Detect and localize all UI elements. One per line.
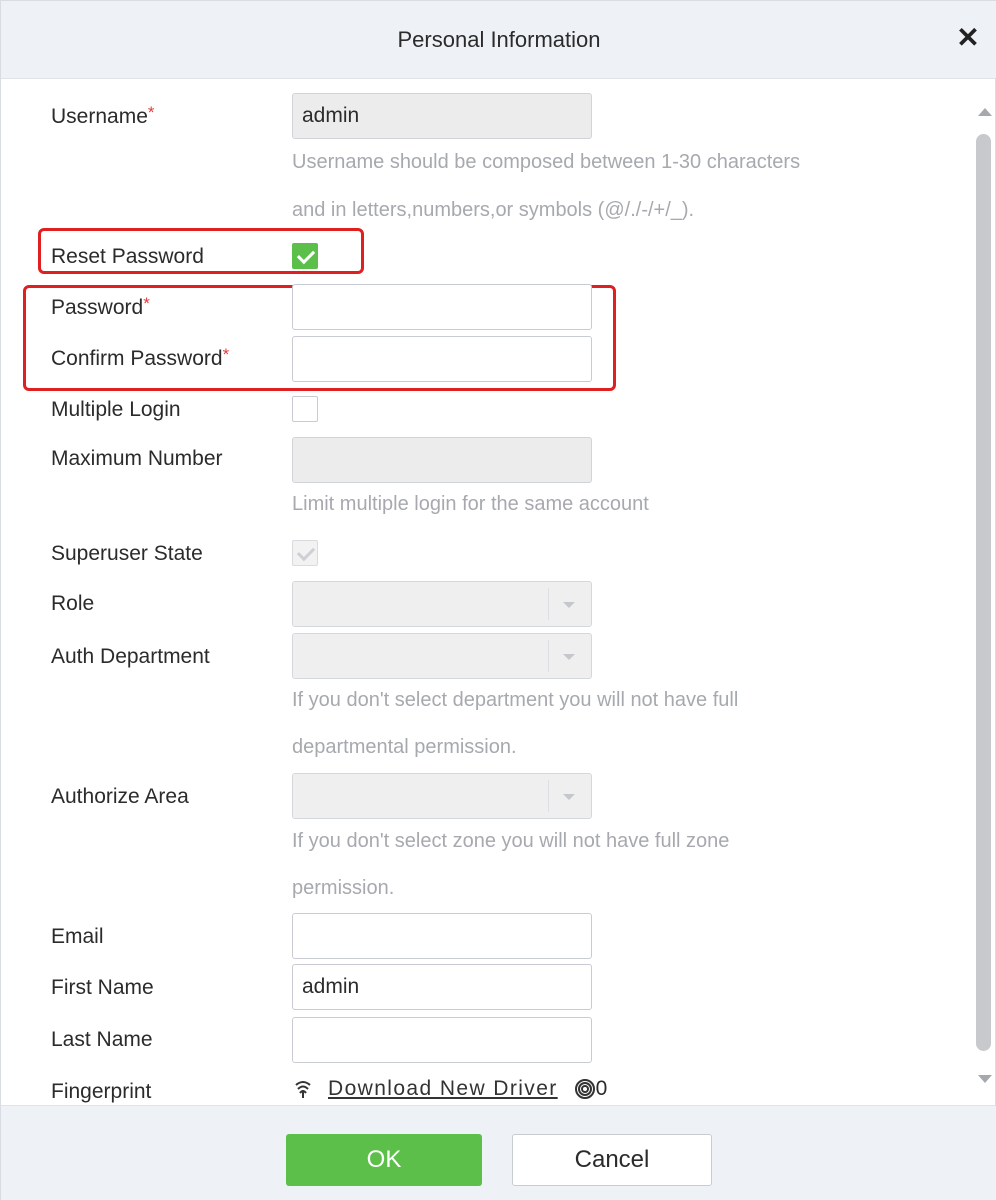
superuser-state-label: Superuser State bbox=[51, 542, 203, 565]
auth-department-hint-line2: departmental permission. bbox=[292, 736, 517, 758]
select-divider bbox=[548, 588, 549, 620]
email-label: Email bbox=[51, 925, 104, 948]
authorize-area-select[interactable] bbox=[292, 773, 592, 819]
dialog-footer: OK Cancel bbox=[1, 1105, 996, 1200]
multiple-login-label: Multiple Login bbox=[51, 398, 181, 421]
confirm-password-label: Confirm Password* bbox=[51, 345, 230, 370]
dialog-header: Personal Information ✕ bbox=[1, 1, 996, 79]
last-name-input[interactable] bbox=[292, 1017, 592, 1063]
maximum-number-hint: Limit multiple login for the same accoun… bbox=[292, 493, 649, 515]
fingerprint-count: 0 bbox=[574, 1077, 608, 1101]
scroll-up-arrow-icon[interactable] bbox=[978, 108, 992, 116]
required-asterisk: * bbox=[143, 294, 150, 313]
password-label: Password* bbox=[51, 294, 150, 319]
auth-department-label: Auth Department bbox=[51, 645, 210, 668]
username-hint-line1: Username should be composed between 1-30… bbox=[292, 151, 801, 173]
download-new-driver-link[interactable]: Download New Driver bbox=[328, 1077, 558, 1101]
chevron-down-icon bbox=[563, 602, 575, 608]
fingerprint-icon bbox=[574, 1078, 596, 1100]
first-name-label: First Name bbox=[51, 976, 154, 999]
role-label: Role bbox=[51, 592, 95, 615]
fingerprint-label: Fingerprint bbox=[51, 1080, 152, 1103]
multiple-login-checkbox[interactable] bbox=[292, 396, 318, 422]
cancel-button[interactable]: Cancel bbox=[512, 1134, 712, 1186]
scroll-down-arrow-icon[interactable] bbox=[978, 1075, 992, 1083]
reset-password-label: Reset Password bbox=[51, 245, 204, 268]
scrollbar-thumb[interactable] bbox=[976, 134, 991, 1051]
username-input[interactable] bbox=[292, 93, 592, 139]
scrollbar[interactable] bbox=[973, 80, 995, 1105]
select-divider bbox=[548, 640, 549, 672]
reset-password-checkbox[interactable] bbox=[292, 243, 318, 269]
authorize-area-hint-line1: If you don't select zone you will not ha… bbox=[292, 830, 730, 852]
maximum-number-label: Maximum Number bbox=[51, 447, 223, 470]
email-input[interactable] bbox=[292, 913, 592, 959]
close-icon[interactable]: ✕ bbox=[953, 23, 983, 53]
password-input[interactable] bbox=[292, 284, 592, 330]
fingerprint-driver-icon bbox=[292, 1078, 314, 1100]
authorize-area-hint-line2: permission. bbox=[292, 877, 395, 899]
last-name-label: Last Name bbox=[51, 1028, 153, 1051]
ok-button[interactable]: OK bbox=[286, 1134, 482, 1186]
username-label: Username* bbox=[51, 103, 155, 128]
chevron-down-icon bbox=[563, 654, 575, 660]
dialog-title: Personal Information bbox=[397, 27, 601, 52]
personal-information-dialog: Personal Information ✕ Username* Usernam… bbox=[0, 0, 996, 1200]
select-divider bbox=[548, 780, 549, 812]
chevron-down-icon bbox=[563, 794, 575, 800]
superuser-state-checkbox bbox=[292, 540, 318, 566]
auth-department-hint-line1: If you don't select department you will … bbox=[292, 689, 739, 711]
required-asterisk: * bbox=[222, 345, 230, 364]
fingerprint-count-value: 0 bbox=[595, 1077, 608, 1100]
dialog-body: Username* Username should be composed be… bbox=[1, 80, 996, 1105]
maximum-number-input[interactable] bbox=[292, 437, 592, 483]
role-select[interactable] bbox=[292, 581, 592, 627]
confirm-password-input[interactable] bbox=[292, 336, 592, 382]
username-hint-line2: and in letters,numbers,or symbols (@/./-… bbox=[292, 199, 695, 221]
required-asterisk: * bbox=[147, 103, 155, 122]
auth-department-select[interactable] bbox=[292, 633, 592, 679]
fingerprint-row: Download New Driver 0 bbox=[292, 1077, 607, 1101]
authorize-area-label: Authorize Area bbox=[51, 785, 189, 808]
first-name-input[interactable] bbox=[292, 964, 592, 1010]
